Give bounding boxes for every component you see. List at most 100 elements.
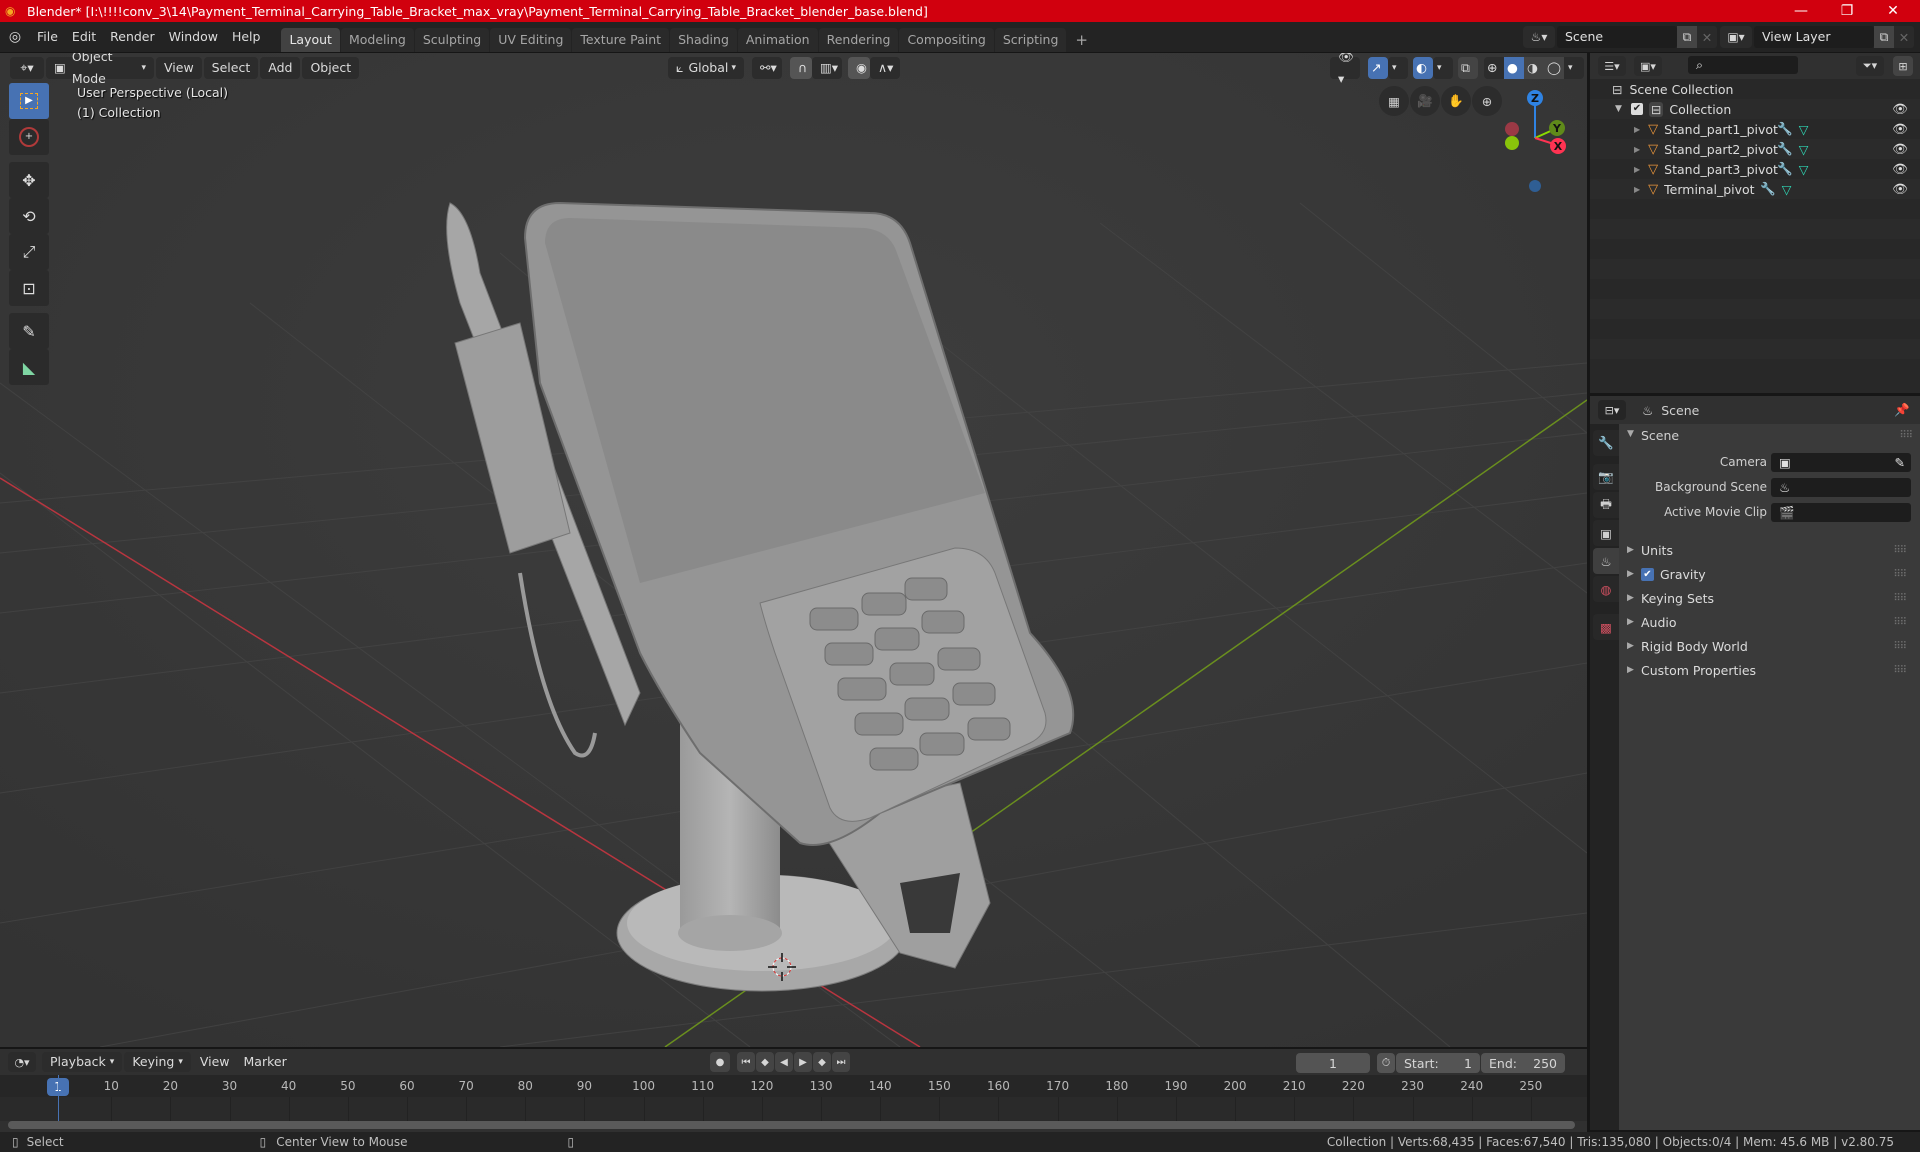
collection-checkbox[interactable]: ✔ <box>1630 103 1643 115</box>
keying-menu[interactable]: Keying ▾ <box>124 1052 191 1072</box>
snap-toggle-icon[interactable]: ∩ <box>790 57 812 79</box>
prev-keyframe-icon[interactable]: ◆ <box>756 1052 774 1072</box>
stopwatch-icon[interactable]: ⏱ <box>1377 1053 1395 1073</box>
navigation-gizmo[interactable]: Z Y X <box>1500 83 1580 193</box>
tab-layout[interactable]: Layout <box>281 28 340 52</box>
play-icon[interactable]: ▶ <box>794 1052 812 1072</box>
mesh-data-icon[interactable]: ▽ <box>1799 142 1809 157</box>
drag-handle-icon[interactable]: ⠿⠿ <box>1893 569 1907 580</box>
playback-menu[interactable]: Playback ▾ <box>42 1052 123 1072</box>
scene-name-field[interactable]: Scene <box>1557 26 1677 48</box>
tab-render-icon[interactable]: 📷 <box>1593 464 1619 490</box>
snap-target-dropdown[interactable]: ▥▾ <box>812 57 842 79</box>
scene-new-icon[interactable]: ⧉ <box>1677 26 1697 48</box>
eye-icon[interactable]: 👁 <box>1892 161 1908 177</box>
mesh-data-icon[interactable]: ▽ <box>1799 122 1809 137</box>
panel-audio[interactable]: ▶ Audio ⠿⠿ <box>1619 610 1914 634</box>
scene-delete-icon[interactable]: ✕ <box>1697 26 1717 48</box>
gizmo-neg-z[interactable] <box>1529 180 1541 192</box>
expand-arrow-icon[interactable]: ▶ <box>1634 185 1640 194</box>
timeline-menu-view[interactable]: View <box>193 1050 237 1074</box>
eye-icon[interactable]: 👁 <box>1892 101 1908 117</box>
tool-scale-icon[interactable]: ⤢ <box>9 234 49 270</box>
menu-file[interactable]: File <box>30 25 65 49</box>
panel-units[interactable]: ▶ Units ⠿⠿ <box>1619 538 1914 562</box>
camera-field[interactable]: ▣ ✎ <box>1771 453 1911 472</box>
gizmo-neg-y[interactable] <box>1505 136 1519 150</box>
gravity-checkbox[interactable]: ✔ <box>1641 567 1654 581</box>
panel-rigid-body-world[interactable]: ▶ Rigid Body World ⠿⠿ <box>1619 634 1914 658</box>
tool-rotate-icon[interactable]: ⟲ <box>9 198 49 234</box>
play-reverse-icon[interactable]: ◀ <box>775 1052 793 1072</box>
mesh-data-icon[interactable]: ▽ <box>1799 162 1809 177</box>
view-layer-delete-icon[interactable]: ✕ <box>1894 26 1914 48</box>
tab-view-layer-icon[interactable]: ▣ <box>1593 520 1619 546</box>
timeline-editor-type-icon[interactable]: ◔▾ <box>8 1052 36 1072</box>
pin-icon[interactable]: 📌 <box>1894 402 1910 418</box>
tool-move-icon[interactable]: ✥ <box>9 162 49 198</box>
expand-arrow-icon[interactable]: ▶ <box>1634 125 1640 134</box>
tab-scripting[interactable]: Scripting <box>994 28 1067 52</box>
drag-handle-icon[interactable]: ⠿⠿ <box>1893 665 1907 676</box>
drag-handle-icon[interactable]: ⠿⠿ <box>1893 641 1907 652</box>
background-scene-field[interactable]: ♨ <box>1771 478 1911 497</box>
tab-world-icon[interactable]: ◍ <box>1593 576 1619 602</box>
menu-edit[interactable]: Edit <box>65 25 103 49</box>
mode-selector[interactable]: ▣ Object Mode ▾ <box>46 53 154 86</box>
outliner-search-input[interactable]: ⌕ <box>1688 56 1798 74</box>
panel-keying-sets[interactable]: ▶ Keying Sets ⠿⠿ <box>1619 586 1914 610</box>
tab-uv-editing[interactable]: UV Editing <box>490 28 572 52</box>
view-layer-new-icon[interactable]: ⧉ <box>1874 26 1894 48</box>
tab-animation[interactable]: Animation <box>737 28 818 52</box>
shading-wireframe-icon[interactable]: ⊕ <box>1484 57 1504 79</box>
eyedropper-icon[interactable]: ✎ <box>1895 453 1905 472</box>
blender-menu-icon[interactable]: ◎ <box>0 29 30 45</box>
toggle-view-grid-icon[interactable]: ▦ <box>1379 86 1409 116</box>
outliner-object-row[interactable]: ▶ ▽ Stand_part3_pivot 🔧 ▽ 👁 <box>1590 159 1920 179</box>
shading-material-icon[interactable]: ◑ <box>1524 57 1544 79</box>
tab-output-icon[interactable]: 🖶 <box>1593 492 1619 518</box>
tab-shading[interactable]: Shading <box>670 28 737 52</box>
gizmo-toggle-icon[interactable]: ↗ <box>1368 57 1388 79</box>
tool-cursor-icon[interactable]: + <box>9 119 49 155</box>
display-mode-icon[interactable]: ▣▾ <box>1634 56 1662 76</box>
pivot-point-dropdown[interactable]: ⚯▾ <box>752 57 782 79</box>
tool-select-box-icon[interactable]: ▶ <box>9 83 49 119</box>
xray-toggle-icon[interactable]: ⧉ <box>1458 57 1478 79</box>
menu-render[interactable]: Render <box>103 25 162 49</box>
drag-handle-icon[interactable]: ⠿⠿ <box>1893 593 1907 604</box>
menu-window[interactable]: Window <box>162 25 225 49</box>
outliner-object-row[interactable]: ▶ ▽ Stand_part1_pivot 🔧 ▽ 👁 <box>1590 119 1920 139</box>
outliner-object-row[interactable]: ▶ ▽ Stand_part2_pivot 🔧 ▽ 👁 <box>1590 139 1920 159</box>
timeline-menu-marker[interactable]: Marker <box>237 1050 294 1074</box>
mesh-data-icon[interactable]: ▽ <box>1782 182 1792 197</box>
record-icon[interactable]: ● <box>710 1052 730 1072</box>
eye-icon[interactable]: 👁 <box>1892 141 1908 157</box>
tab-compositing[interactable]: Compositing <box>899 28 994 52</box>
viewport-menu-select[interactable]: Select <box>203 57 259 79</box>
outliner-object-row[interactable]: ▶ ▽ Terminal_pivot 🔧 ▽ 👁 <box>1590 179 1920 199</box>
drag-handle-icon[interactable]: ⠿⠿ <box>1899 430 1913 441</box>
modifier-wrench-icon[interactable]: 🔧 <box>1777 161 1793 177</box>
close-button[interactable]: ✕ <box>1870 0 1916 22</box>
shading-solid-icon[interactable]: ● <box>1504 57 1524 79</box>
view-layer-name-field[interactable]: View Layer <box>1754 26 1874 48</box>
start-frame-field[interactable]: Start: 1 <box>1396 1053 1480 1073</box>
tab-rendering[interactable]: Rendering <box>818 28 899 52</box>
tab-scene-icon[interactable]: ♨ <box>1593 548 1619 574</box>
add-workspace-button[interactable]: + <box>1067 28 1096 52</box>
active-movie-clip-field[interactable]: 🎬 <box>1771 503 1911 522</box>
outliner-collection[interactable]: ▼ ✔ ⊟ Collection 👁 <box>1590 99 1920 119</box>
eye-icon[interactable]: 👁 <box>1892 181 1908 197</box>
overlays-toggle-icon[interactable]: ◐ <box>1413 57 1433 79</box>
panel-gravity[interactable]: ▶ ✔ Gravity ⠿⠿ <box>1619 562 1914 586</box>
filter-icon[interactable]: ⏷▾ <box>1856 56 1884 76</box>
scene-browse-icon[interactable]: ♨▾ <box>1523 26 1555 48</box>
editor-type-icon[interactable]: ⌖▾ <box>10 57 44 79</box>
tab-tool-icon[interactable]: 🔧 <box>1593 430 1619 456</box>
gizmo-neg-x[interactable] <box>1505 122 1519 136</box>
eye-icon[interactable]: 👁 <box>1892 121 1908 137</box>
outliner-scene-collection[interactable]: ⊟ Scene Collection <box>1590 79 1920 99</box>
drag-handle-icon[interactable]: ⠿⠿ <box>1893 545 1907 556</box>
next-keyframe-icon[interactable]: ◆ <box>813 1052 831 1072</box>
